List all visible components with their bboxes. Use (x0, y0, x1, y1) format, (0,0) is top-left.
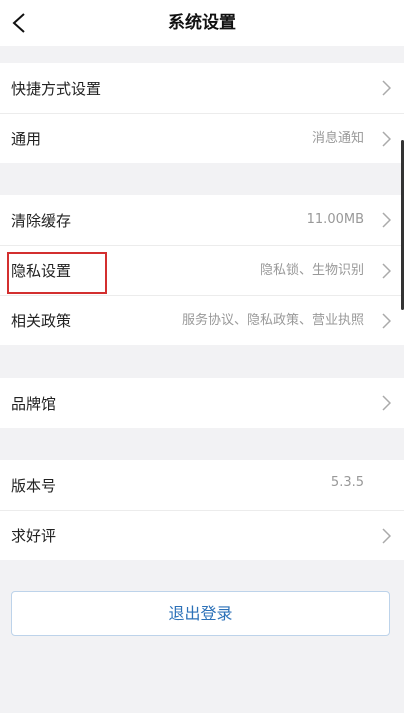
privacy-highlight-box (7, 252, 107, 294)
chevron-right-icon (382, 80, 391, 96)
row-value: 隐私锁、生物识别 (259, 263, 364, 278)
row-label: 版本号 (11, 476, 57, 495)
row-brand-hall[interactable]: 品牌馆 (0, 378, 404, 428)
row-label: 相关政策 (11, 312, 72, 330)
row-clear-cache[interactable]: 清除缓存 11.00MB (0, 195, 404, 245)
row-label: 快捷方式设置 (11, 79, 102, 98)
settings-group-1: 快捷方式设置 通用 消息通知 (0, 63, 404, 163)
settings-group-4: 版本号 5.3.5 求好评 (0, 460, 404, 560)
chevron-right-icon (382, 313, 391, 329)
row-value: 11.00MB (306, 212, 364, 227)
chevron-right-icon (382, 528, 391, 544)
chevron-right-icon (382, 395, 391, 411)
page-title: 系统设置 (168, 13, 236, 33)
row-label: 通用 (11, 130, 42, 148)
row-general[interactable]: 通用 消息通知 (0, 113, 404, 163)
row-label: 求好评 (11, 527, 57, 545)
chevron-right-icon (382, 263, 391, 279)
row-value: 服务协议、隐私政策、营业执照 (181, 313, 364, 328)
row-value: 消息通知 (311, 131, 364, 146)
version-value: 5.3.5 (330, 475, 364, 490)
row-label: 品牌馆 (11, 394, 57, 413)
logout-button[interactable]: 退出登录 (11, 591, 390, 636)
chevron-right-icon (382, 131, 391, 147)
row-related-policies[interactable]: 相关政策 服务协议、隐私政策、营业执照 (0, 295, 404, 345)
row-label: 清除缓存 (11, 211, 72, 230)
row-shortcut-settings[interactable]: 快捷方式设置 (0, 63, 404, 113)
row-version: 版本号 5.3.5 (0, 460, 404, 510)
nav-bar: 系统设置 (0, 0, 404, 46)
chevron-right-icon (382, 212, 391, 228)
row-rate-app[interactable]: 求好评 (0, 510, 404, 560)
settings-group-3: 品牌馆 (0, 378, 404, 428)
